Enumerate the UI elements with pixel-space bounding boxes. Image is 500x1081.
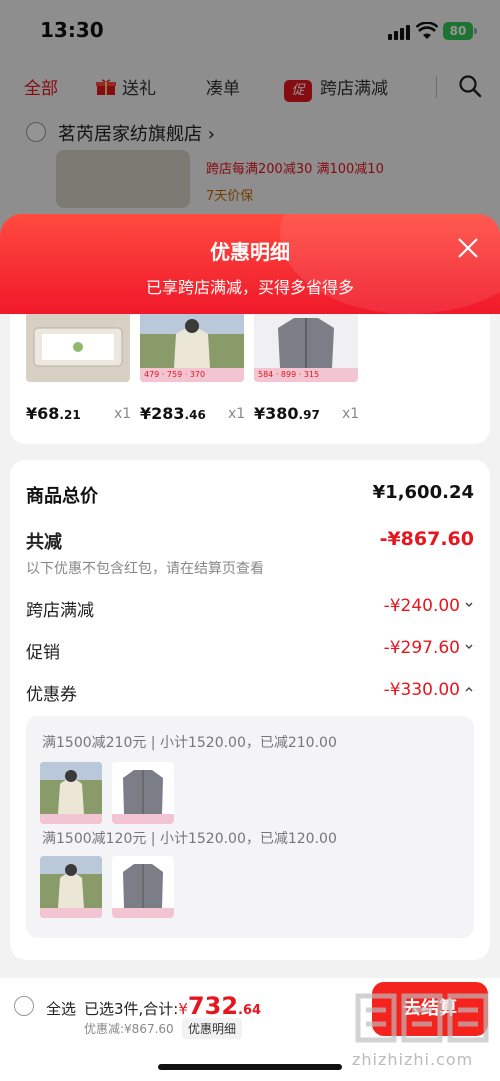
tray-product-image bbox=[26, 314, 130, 382]
fleece-jacket-thumb bbox=[40, 856, 102, 918]
coupon-detail-box: 满1500减210元 | 小计1520.00，已减210.00 满1500减12… bbox=[26, 716, 474, 938]
coupon-discount-value: -¥330.00 bbox=[384, 680, 474, 700]
chevron-down-icon bbox=[465, 644, 473, 649]
redpacket-note: 以下优惠不包含红包，请在结算页查看 bbox=[26, 561, 264, 577]
total-reduce-value: -¥867.60 bbox=[379, 528, 474, 550]
fleece-jacket-thumb bbox=[40, 762, 102, 824]
item-price: ¥68.21 bbox=[26, 404, 81, 423]
coupon-discount-row[interactable]: 优惠券 -¥330.00 bbox=[26, 680, 474, 708]
promotion-discount-row[interactable]: 促销 -¥297.60 bbox=[26, 638, 474, 666]
promotion-discount-label: 促销 bbox=[26, 643, 60, 663]
item-price: ¥380.97 bbox=[254, 404, 320, 423]
item-qty: x1 bbox=[342, 406, 360, 422]
items-card: ¥68.21 x1 479 · 759 · 370 ¥283.46 x1 584… bbox=[10, 314, 490, 444]
total-reduce-row: 共减 -¥867.60 bbox=[26, 528, 474, 556]
coupon-line: 满1500减210元 | 小计1520.00，已减210.00 bbox=[42, 735, 337, 751]
selected-total: 已选3件,合计:¥732.64 bbox=[84, 992, 262, 1020]
item-qty: x1 bbox=[114, 406, 132, 422]
cross-store-discount-row[interactable]: 跨店满减 -¥240.00 bbox=[26, 596, 474, 624]
item-card[interactable]: 584 · 899 · 315 ¥380.97 x1 bbox=[254, 314, 374, 423]
discount-summary: 优惠减:¥867.60 bbox=[84, 1022, 174, 1036]
total-price-value: ¥1,600.24 bbox=[372, 482, 474, 503]
gray-jacket-thumb bbox=[112, 856, 174, 918]
sheet-header: 优惠明细 已享跨店满减，买得多省得多 bbox=[0, 214, 500, 314]
item-card[interactable]: 479 · 759 · 370 ¥283.46 x1 bbox=[140, 314, 260, 423]
item-price: ¥283.46 bbox=[140, 404, 206, 423]
coupon-items bbox=[40, 762, 180, 826]
coupon-discount-label: 优惠券 bbox=[26, 685, 77, 705]
select-all-checkbox[interactable] bbox=[14, 996, 34, 1016]
item-card[interactable]: ¥68.21 x1 bbox=[26, 314, 146, 423]
price-tag: 584 · 899 · 315 bbox=[254, 368, 358, 382]
cross-store-discount-label: 跨店满减 bbox=[26, 601, 94, 621]
watermark-logo bbox=[355, 993, 489, 1043]
gray-jacket-thumb bbox=[112, 762, 174, 824]
discount-detail-button[interactable]: 优惠明细 bbox=[182, 1018, 243, 1039]
chevron-up-icon bbox=[465, 687, 473, 692]
coupon-items bbox=[40, 856, 180, 920]
sheet-body: ¥68.21 x1 479 · 759 · 370 ¥283.46 x1 584… bbox=[0, 314, 500, 1081]
watermark-text: zhizhizhi.com bbox=[352, 1050, 474, 1069]
price-tag: 479 · 759 · 370 bbox=[140, 368, 244, 382]
total-price-label: 商品总价 bbox=[26, 486, 98, 507]
home-indicator bbox=[158, 1064, 342, 1070]
chevron-down-icon bbox=[465, 602, 473, 607]
cross-store-discount-value: -¥240.00 bbox=[384, 596, 474, 616]
discount-detail-card: 商品总价 ¥1,600.24 共减 -¥867.60 以下优惠不包含红包，请在结… bbox=[10, 460, 490, 960]
sheet-subtitle: 已享跨店满减，买得多省得多 bbox=[145, 278, 354, 297]
total-reduce-label: 共减 bbox=[26, 532, 62, 553]
sheet-title: 优惠明细 bbox=[210, 240, 290, 264]
total-price-row: 商品总价 ¥1,600.24 bbox=[26, 482, 474, 510]
gray-jacket-image: 584 · 899 · 315 bbox=[254, 314, 358, 382]
item-qty: x1 bbox=[228, 406, 246, 422]
select-all-label[interactable]: 全选 bbox=[46, 998, 76, 1019]
promotion-discount-value: -¥297.60 bbox=[384, 638, 474, 658]
close-icon[interactable] bbox=[456, 236, 480, 260]
fleece-jacket-image: 479 · 759 · 370 bbox=[140, 314, 244, 382]
coupon-line: 满1500减120元 | 小计1520.00，已减120.00 bbox=[42, 831, 337, 847]
